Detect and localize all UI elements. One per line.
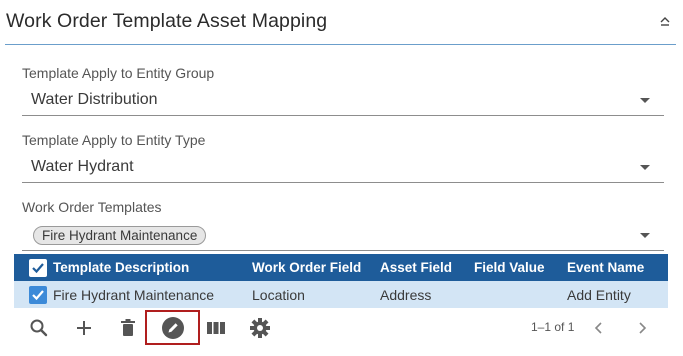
column-header-event-name[interactable]: Event Name [567, 254, 668, 281]
column-header-field-value[interactable]: Field Value [474, 254, 567, 281]
cell-work-order-field: Location [252, 281, 380, 308]
search-icon[interactable] [25, 314, 53, 342]
cell-template-description: Fire Hydrant Maintenance [53, 281, 252, 308]
entity-group-value: Water Distribution [31, 91, 158, 108]
cell-field-value [474, 281, 567, 308]
template-chip[interactable]: Fire Hydrant Maintenance [33, 226, 207, 245]
entity-type-label: Template Apply to Entity Type [22, 132, 206, 148]
select-all-checkbox[interactable] [29, 258, 47, 277]
pager-range: 1–1 of 1 [531, 320, 575, 334]
mapping-table: Template Description Work Order Field As… [14, 254, 668, 308]
cell-event-name: Add Entity [567, 281, 668, 308]
table-header-row: Template Description Work Order Field As… [14, 254, 668, 281]
column-header-template-description[interactable]: Template Description [53, 254, 252, 281]
column-header-asset-field[interactable]: Asset Field [380, 254, 474, 281]
asset-mapping-panel: Work Order Template Asset Mapping Templa… [0, 0, 683, 356]
row-checkbox[interactable] [29, 285, 47, 304]
panel-title: Work Order Template Asset Mapping [6, 10, 328, 32]
edit-icon[interactable] [159, 314, 187, 342]
chevron-up-icon[interactable] [658, 12, 672, 30]
work-order-templates-select[interactable]: Fire Hydrant Maintenance [22, 221, 664, 251]
entity-group-label: Template Apply to Entity Group [22, 65, 215, 81]
entity-group-select[interactable]: Water Distribution [22, 86, 664, 116]
entity-type-select[interactable]: Water Hydrant [22, 153, 664, 183]
cell-asset-field: Address [380, 281, 474, 308]
delete-icon[interactable] [114, 314, 142, 342]
work-order-templates-label: Work Order Templates [22, 199, 162, 215]
next-page-icon[interactable] [628, 314, 656, 342]
entity-type-value: Water Hydrant [31, 158, 134, 175]
table-row[interactable]: Fire Hydrant Maintenance Location Addres… [14, 281, 668, 308]
dropdown-caret-icon [640, 165, 650, 170]
previous-page-icon[interactable] [585, 314, 613, 342]
panel-header: Work Order Template Asset Mapping [5, 0, 676, 45]
dropdown-caret-icon [640, 233, 650, 238]
dropdown-caret-icon [640, 98, 650, 103]
add-icon[interactable] [70, 314, 98, 342]
columns-icon[interactable] [202, 314, 230, 342]
column-header-work-order-field[interactable]: Work Order Field [252, 254, 380, 281]
settings-icon[interactable] [246, 314, 274, 342]
table-toolbar: 1–1 of 1 [14, 308, 668, 346]
